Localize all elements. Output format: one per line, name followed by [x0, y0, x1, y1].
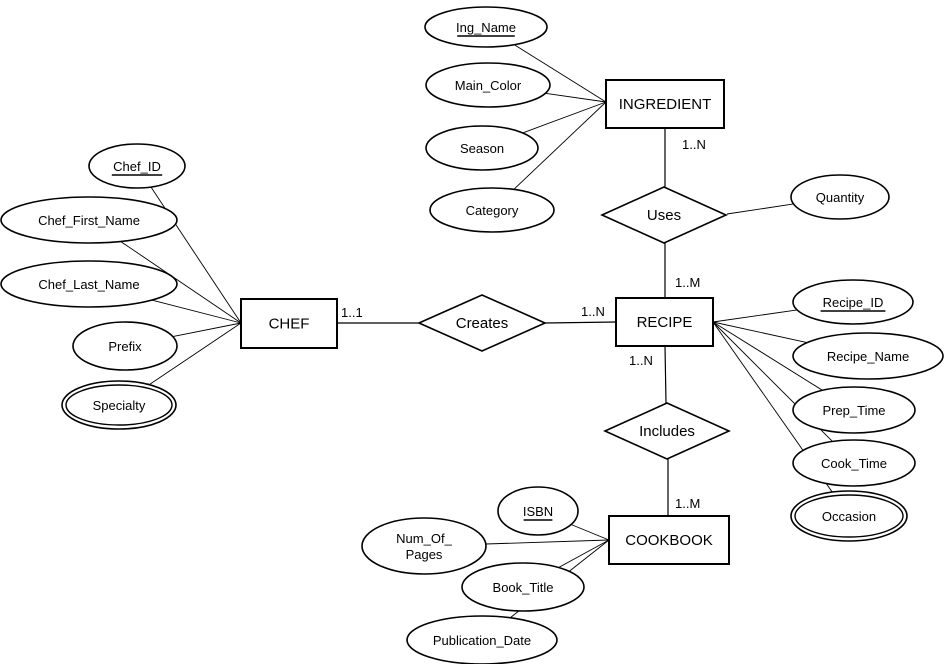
attribute-season[interactable]: Season: [425, 125, 539, 171]
attribute-label: Specialty: [93, 398, 146, 413]
attribute-label: Season: [460, 141, 504, 156]
attribute-line: [570, 524, 610, 541]
attribute-label: Ing_Name: [456, 20, 516, 35]
relationship-line: [664, 345, 667, 404]
attribute-main-color[interactable]: Main_Color: [425, 62, 551, 108]
attribute-line: [558, 539, 610, 568]
attribute-label: Recipe_ID: [823, 295, 884, 310]
attribute-label: Quantity: [816, 190, 865, 205]
entity-recipe[interactable]: RECIPE: [615, 297, 714, 347]
attribute-label: Chef_First_Name: [38, 213, 140, 228]
attribute-line: [522, 101, 607, 134]
attribute-specialty[interactable]: Specialty: [61, 380, 177, 430]
attribute-num-of-pages[interactable]: Num_Of_ Pages: [361, 517, 487, 575]
attribute-label: Category: [466, 203, 519, 218]
attribute-book-title[interactable]: Book_Title: [461, 562, 585, 612]
attribute-label: Prep_Time: [822, 403, 885, 418]
attribute-chef-first-name[interactable]: Chef_First_Name: [0, 196, 178, 244]
attribute-label: Publication_Date: [433, 633, 531, 648]
attribute-line: [712, 321, 808, 344]
entity-cookbook[interactable]: COOKBOOK: [608, 515, 730, 565]
relationship-line: [544, 321, 617, 324]
entity-label: CHEF: [269, 316, 310, 333]
attribute-ing-name[interactable]: Ing_Name: [424, 6, 548, 48]
attribute-cook-time[interactable]: Cook_Time: [792, 439, 916, 487]
attribute-line: [712, 309, 798, 323]
attribute-label: Recipe_Name: [827, 349, 909, 364]
attribute-label: Chef_ID: [113, 159, 161, 174]
attribute-recipe-id[interactable]: Recipe_ID: [792, 279, 914, 325]
relationship-creates[interactable]: Creates: [417, 294, 547, 352]
cardinality-label: 1..1: [341, 305, 363, 320]
attribute-label: Chef_Last_Name: [38, 277, 139, 292]
shapes: Uses 1..N 1..M Creates 1..1 1..N Includes 1..N 1…: [0, 6, 944, 664]
attribute-label: Main_Color: [455, 78, 522, 93]
entity-label: COOKBOOK: [625, 532, 713, 549]
attribute-label: Book_Title: [493, 580, 554, 595]
attribute-line: [485, 539, 610, 545]
cardinality-label: 1..M: [675, 496, 700, 511]
attribute-chef-id[interactable]: Chef_ID: [88, 143, 186, 189]
attribute-prefix[interactable]: Prefix: [72, 321, 178, 371]
attribute-quantity[interactable]: Quantity: [790, 174, 890, 220]
attribute-label: ISBN: [523, 504, 553, 519]
relationship-uses[interactable]: Uses: [600, 186, 728, 244]
attribute-isbn[interactable]: ISBN: [497, 486, 579, 536]
attribute-occasion[interactable]: Occasion: [790, 490, 908, 542]
attribute-line: [545, 92, 607, 103]
attribute-chef-last-name[interactable]: Chef_Last_Name: [0, 260, 178, 308]
entity-label: INGREDIENT: [619, 96, 712, 113]
attribute-label: Occasion: [822, 509, 876, 524]
attribute-publication-date[interactable]: Publication_Date: [406, 615, 558, 664]
cardinality-label: 1..N: [682, 137, 706, 152]
relationship-label: Creates: [456, 315, 509, 332]
cardinality-label: 1..N: [629, 353, 653, 368]
entity-chef[interactable]: CHEF: [240, 298, 338, 349]
attribute-label: Prefix: [108, 339, 142, 354]
attribute-prep-time[interactable]: Prep_Time: [792, 386, 916, 434]
attribute-recipe-name[interactable]: Recipe_Name: [792, 332, 944, 380]
relationship-label: Includes: [639, 423, 695, 440]
attribute-ellipse: [361, 517, 487, 575]
relationship-label: Uses: [647, 207, 681, 224]
entity-ingredient[interactable]: INGREDIENT: [605, 79, 725, 129]
relationship-includes[interactable]: Includes: [603, 402, 731, 460]
er-diagram: Uses 1..N 1..M Creates 1..1 1..N Includes 1..N 1…: [0, 6, 944, 664]
entity-label: RECIPE: [637, 314, 693, 331]
attribute-category[interactable]: Category: [429, 187, 555, 233]
attribute-line: [726, 203, 794, 215]
attribute-label: Cook_Time: [821, 456, 887, 471]
cardinality-label: 1..M: [675, 275, 700, 290]
cardinality-label: 1..N: [581, 304, 605, 319]
